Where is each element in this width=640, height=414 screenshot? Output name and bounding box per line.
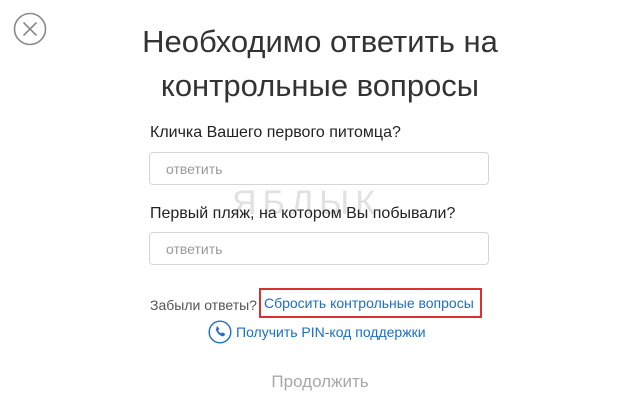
continue-button[interactable]: Продолжить	[0, 370, 640, 394]
get-support-pin-link[interactable]: Получить PIN-код поддержки	[208, 320, 426, 344]
page-title: Необходимо ответить на контрольные вопро…	[0, 20, 640, 108]
page-title-line-1: Необходимо ответить на	[142, 24, 498, 59]
forgot-answers-row: Забыли ответы? Сбросить контрольные вопро…	[150, 288, 482, 318]
question-2-label: Первый пляж, на котором Вы побывали?	[150, 205, 456, 222]
question-1-label: Кличка Вашего первого питомца?	[150, 124, 401, 141]
forgot-answers-text: Забыли ответы?	[150, 297, 257, 313]
answer-2-input[interactable]	[149, 232, 489, 265]
phone-icon	[208, 320, 232, 344]
page-title-line-2: контрольные вопросы	[160, 68, 480, 103]
reset-security-questions-link[interactable]: Сбросить контрольные вопросы	[258, 288, 482, 318]
get-support-pin-label: Получить PIN-код поддержки	[236, 324, 426, 340]
answer-1-input[interactable]	[149, 152, 489, 185]
